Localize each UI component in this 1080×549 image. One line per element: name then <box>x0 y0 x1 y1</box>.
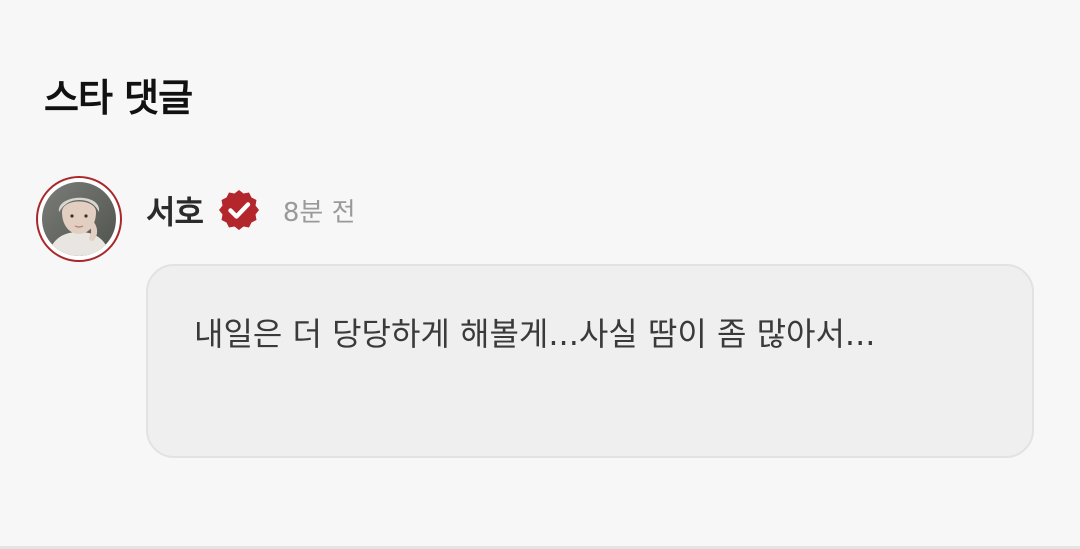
avatar[interactable] <box>36 176 122 262</box>
section-title: 스타 댓글 <box>44 76 193 120</box>
comment-meta: 서호 8분 전 <box>146 186 356 234</box>
author-name[interactable]: 서호 <box>146 187 204 233</box>
avatar-photo <box>42 182 116 256</box>
comment-time: 8분 전 <box>282 197 356 228</box>
verified-badge-icon <box>217 188 261 232</box>
comment-bubble: 내일은 더 당당하게 해볼게...사실 땀이 좀 많아서... <box>146 264 1034 458</box>
comment-text: 내일은 더 당당하게 해볼게...사실 땀이 좀 많아서... <box>194 315 876 353</box>
